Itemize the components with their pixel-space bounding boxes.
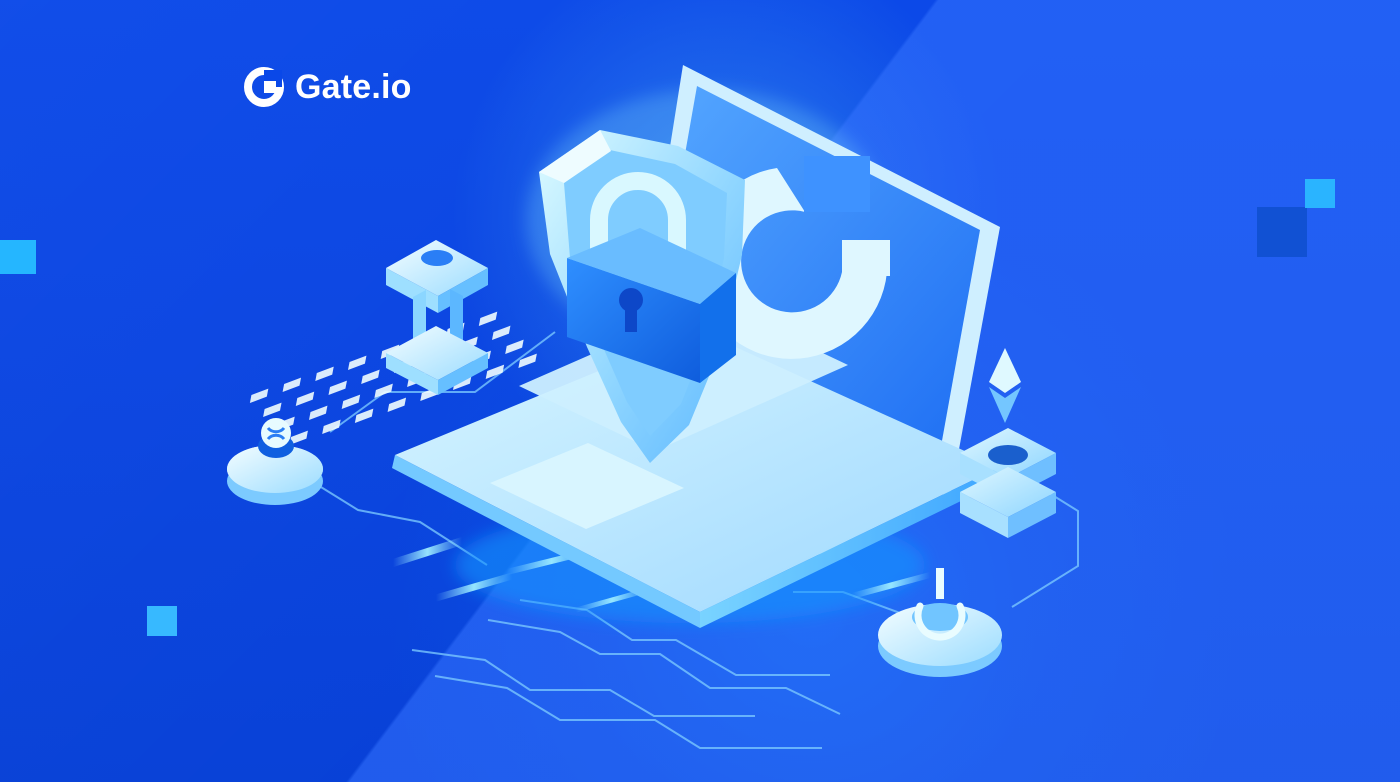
- left-pedestal-node: [386, 240, 488, 395]
- hero-illustration: Gate.io: [0, 0, 1400, 782]
- ethereum-node: [960, 348, 1056, 538]
- xrp-coin-node: [227, 418, 323, 505]
- security-scene: [227, 65, 1079, 749]
